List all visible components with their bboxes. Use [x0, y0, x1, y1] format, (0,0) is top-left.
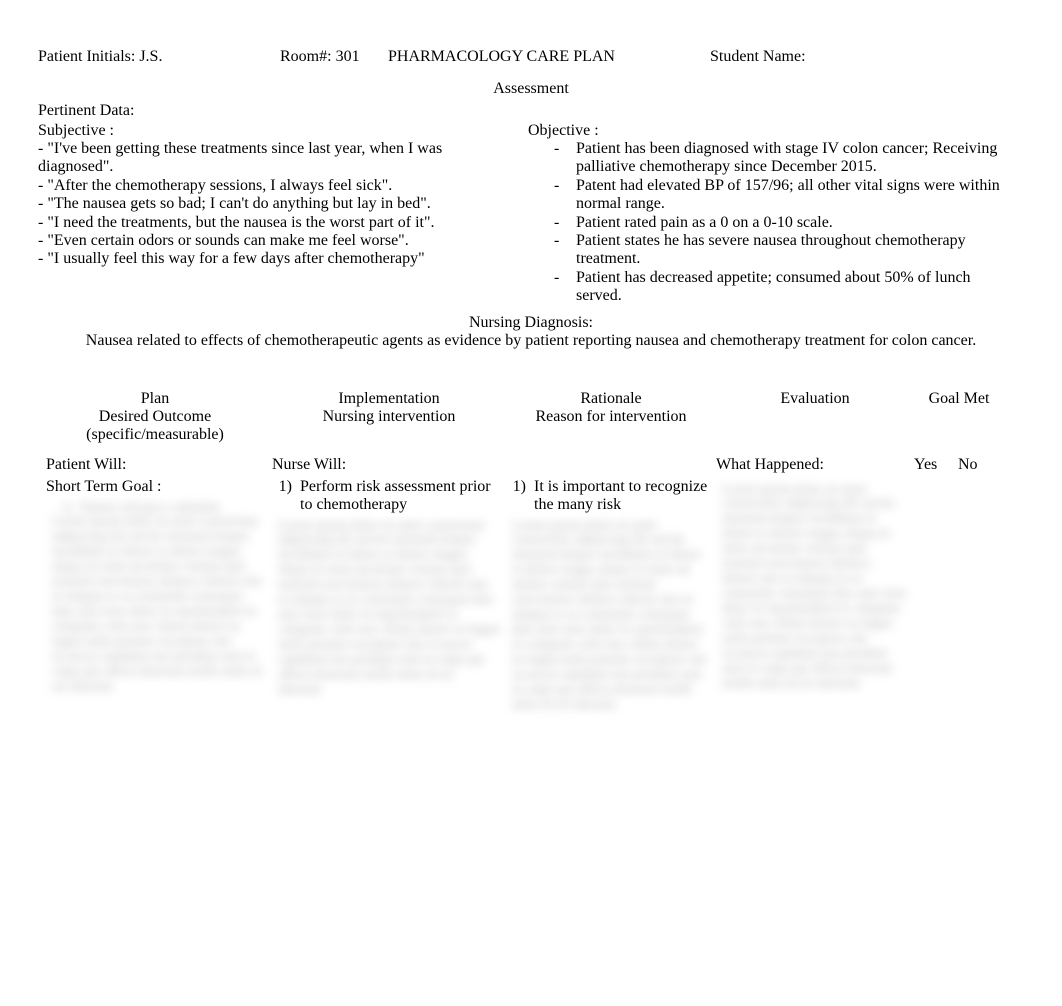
subjective-line: - "After the chemotherapy sessions, I al… [38, 177, 516, 195]
impl-item-text: Perform risk assessment prior to chemoth… [300, 478, 506, 514]
plan-sub2: (specific/measurable) [38, 426, 272, 444]
nursing-diagnosis-body: Nausea related to effects of chemotherap… [38, 332, 1024, 350]
nurse-will-label: Nurse Will: [272, 456, 506, 474]
plan-table: Plan Implementation Rationale Evaluation… [38, 390, 1024, 754]
subjective-line: - "The nausea gets so bad; I can't do an… [38, 195, 516, 213]
plan-item-num: 1) [52, 500, 80, 515]
col-impl-header: Implementation [272, 390, 506, 408]
blurred-content: Lorem ipsum dolor sit amet consectetur a… [272, 514, 506, 754]
document-header: Patient Initials: J.S. Room#: 301 PHARMA… [38, 48, 1024, 66]
subjective-line: - "I need the treatments, but the nausea… [38, 214, 516, 232]
subjective-section: Subjective : - "I've been getting these … [38, 122, 528, 306]
role-labels-row: Patient Will: Nurse Will: What Happened:… [38, 456, 1024, 474]
objective-item: Patient has been diagnosed with stage IV… [554, 140, 1008, 177]
nursing-diagnosis-heading: Nursing Diagnosis: [38, 314, 1024, 332]
col-goal-header: Goal Met [914, 390, 1004, 408]
patient-will-label: Patient Will: [38, 456, 272, 474]
plan-item-text: Patient will give a detailed [80, 500, 266, 515]
pertinent-data-label: Pertinent Data: [38, 102, 1024, 120]
plan-sub1: Desired Outcome [38, 408, 272, 426]
objective-item: Patent had elevated BP of 157/96; all ot… [554, 177, 1008, 214]
col-eval-header: Evaluation [716, 390, 914, 408]
impl-sub: Nursing intervention [272, 408, 506, 426]
impl-item-num: 1) [272, 478, 300, 514]
what-happened-label: What Happened: [716, 456, 914, 474]
rat-item-num: 1) [506, 478, 534, 514]
blurred-content: Lorem ipsum dolor sit amet consectetur a… [506, 514, 716, 754]
objective-item: Patient rated pain as a 0 on a 0-10 scal… [554, 214, 1008, 232]
impl-item: 1) Perform risk assessment prior to chem… [272, 478, 506, 514]
col-rat-header: Rationale [506, 390, 716, 408]
assessment-heading: Assessment [38, 80, 1024, 98]
subjective-line: - "I've been getting these treatments si… [38, 140, 516, 177]
assessment-body: Subjective : - "I've been getting these … [38, 122, 1024, 306]
objective-item: Patient has decreased appetite; consumed… [554, 269, 1008, 306]
plan-header-row: Plan Implementation Rationale Evaluation… [38, 390, 1024, 408]
short-term-goal-label: Short Term Goal : [46, 478, 272, 496]
plan-subheader-row: Desired Outcome (specific/measurable) Nu… [38, 408, 1024, 444]
subjective-label: Subjective : [38, 122, 516, 140]
objective-section: Objective : Patient has been diagnosed w… [528, 122, 1008, 306]
doc-title: PHARMACOLOGY CARE PLAN [388, 48, 710, 66]
subjective-line: - "I usually feel this way for a few day… [38, 250, 516, 268]
blurred-content: 1) Patient will give a detailed Lorem ip… [46, 496, 272, 736]
student-name-label: Student Name: [710, 48, 1024, 66]
rat-item: 1) It is important to recognize the many… [506, 478, 716, 514]
objective-item: Patient states he has severe nausea thro… [554, 232, 1008, 269]
content-row: Short Term Goal : 1) Patient will give a… [38, 478, 1024, 754]
objective-list: Patient has been diagnosed with stage IV… [528, 140, 1008, 306]
rat-sub: Reason for intervention [506, 408, 716, 426]
objective-label: Objective : [528, 122, 1008, 140]
room-number: Room#: 301 [280, 48, 388, 66]
subjective-line: - "Even certain odors or sounds can make… [38, 232, 516, 250]
rat-item-text: It is important to recognize the many ri… [534, 478, 716, 514]
col-plan-header: Plan [38, 390, 272, 408]
no-label: No [958, 456, 998, 474]
patient-initials: Patient Initials: J.S. [38, 48, 280, 66]
blurred-content: Lorem ipsum dolor sit amet consectetur a… [716, 478, 914, 728]
yes-label: Yes [914, 456, 958, 474]
